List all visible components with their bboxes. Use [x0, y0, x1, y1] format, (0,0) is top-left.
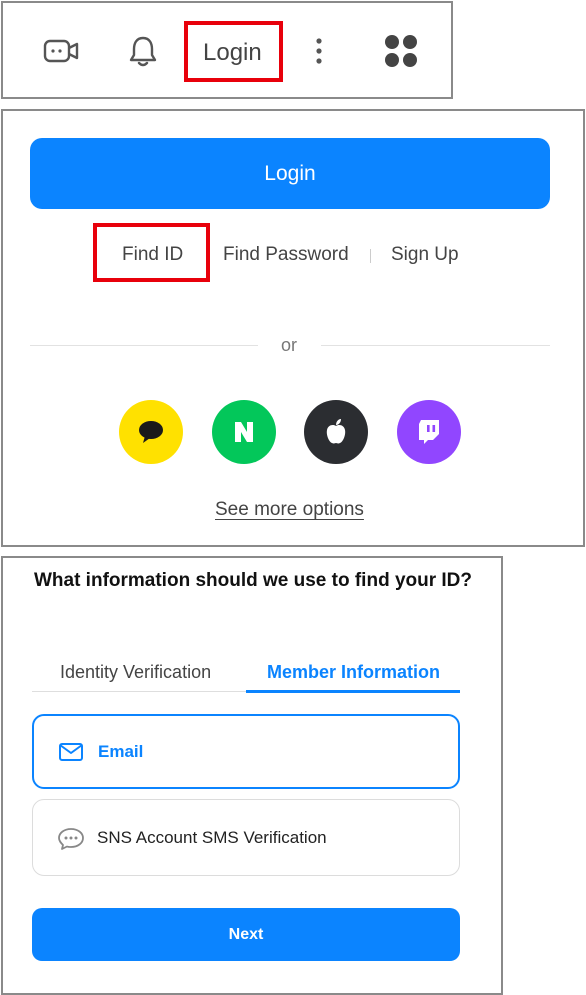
find-id-title: What information should we use to find y… — [33, 570, 473, 591]
option-email-label: Email — [98, 741, 144, 761]
find-id-panel: What information should we use to find y… — [1, 556, 503, 995]
divider-left — [30, 345, 258, 346]
apple-icon — [326, 419, 346, 444]
link-separator — [370, 249, 371, 263]
or-label: or — [281, 335, 298, 355]
tab-active-indicator — [246, 690, 460, 693]
chat-bubble-icon — [58, 827, 84, 850]
option-email[interactable]: Email — [32, 714, 460, 789]
apple-login-button[interactable] — [304, 400, 368, 464]
tab-identity-verification[interactable]: Identity Verification — [60, 662, 211, 683]
apps-grid-icon[interactable] — [381, 31, 421, 71]
option-sns-sms[interactable]: SNS Account SMS Verification — [32, 799, 460, 876]
login-button[interactable]: Login — [30, 138, 550, 209]
find-password-link[interactable]: Find Password — [223, 244, 349, 266]
tab-member-information[interactable]: Member Information — [267, 662, 440, 683]
speech-bubble-icon — [139, 421, 163, 443]
highlight-box — [184, 21, 283, 82]
option-sns-sms-label: SNS Account SMS Verification — [97, 827, 327, 847]
kakao-login-button[interactable] — [119, 400, 183, 464]
divider-right — [321, 345, 550, 346]
naver-n-icon — [235, 422, 253, 442]
more-vertical-icon[interactable] — [299, 31, 339, 71]
video-camera-icon[interactable] — [41, 31, 81, 71]
envelope-icon — [59, 742, 83, 761]
highlight-box — [93, 223, 210, 282]
sign-up-link[interactable]: Sign Up — [391, 244, 459, 266]
header-panel: Login — [1, 1, 453, 99]
see-more-options-link[interactable]: See more options — [215, 499, 364, 521]
login-panel: Login Find ID Find Password Sign Up or S… — [1, 109, 585, 547]
bell-icon[interactable] — [123, 31, 163, 71]
twitch-icon — [419, 420, 439, 444]
naver-login-button[interactable] — [212, 400, 276, 464]
twitch-login-button[interactable] — [397, 400, 461, 464]
next-button[interactable]: Next — [32, 908, 460, 961]
